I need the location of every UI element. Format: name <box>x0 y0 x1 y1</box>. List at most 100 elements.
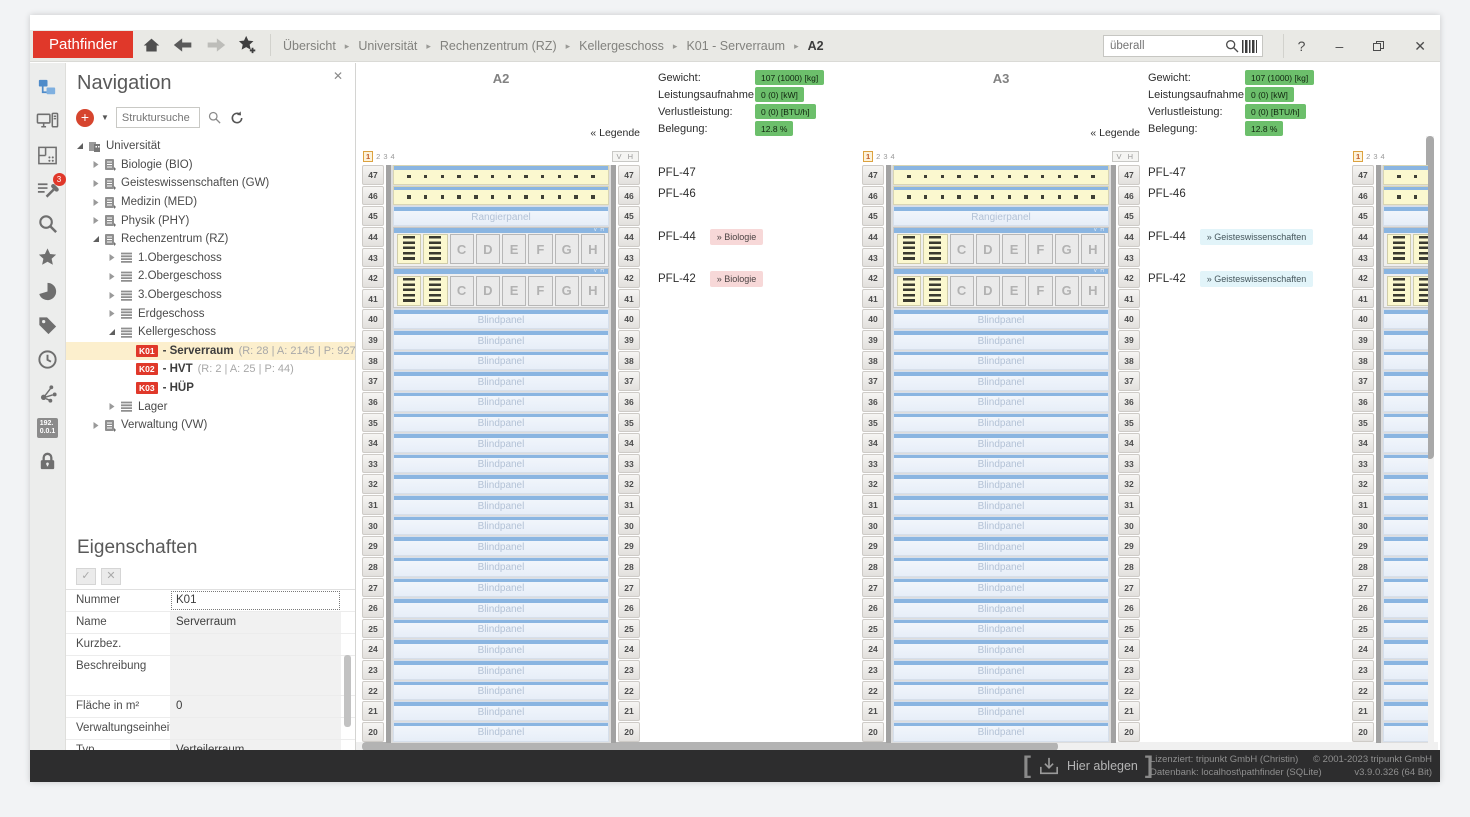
module-slot-empty[interactable]: G <box>1055 276 1079 306</box>
help-icon[interactable]: ? <box>1298 39 1306 53</box>
property-value-field[interactable]: K01 <box>170 590 341 611</box>
blank-panel-unit[interactable]: Blindpanel <box>393 557 609 577</box>
restore-window-icon[interactable] <box>1373 41 1384 51</box>
property-value-field[interactable]: Serverraum <box>170 612 341 633</box>
blank-panel-unit[interactable]: Blindpanel <box>393 454 609 474</box>
rack-slot-tab[interactable]: 2 <box>376 152 380 161</box>
module-slot-occupied[interactable] <box>923 276 947 306</box>
module-slot-empty[interactable]: F <box>1028 234 1052 264</box>
blank-panel-unit[interactable]: Blindpanel <box>893 516 1109 536</box>
blank-panel-unit[interactable]: Blindpanel <box>393 619 609 639</box>
department-tag[interactable]: » Geisteswissenschaften <box>1200 271 1314 287</box>
blank-panel-unit[interactable]: Blindpanel <box>893 722 1109 742</box>
tree-item[interactable]: Erdgeschoss <box>66 304 355 323</box>
tree-item[interactable]: Physik (PHY) <box>66 211 355 230</box>
blank-panel-unit[interactable]: Blindpanel <box>393 536 609 556</box>
sidebar-device-icon[interactable] <box>35 109 61 134</box>
patch-panel-unit[interactable] <box>1383 165 1428 185</box>
breadcrumb-item[interactable]: Universität <box>358 39 417 53</box>
blank-panel-unit[interactable]: Blindpanel <box>393 351 609 371</box>
blank-panel-unit[interactable]: Blindpanel <box>1383 536 1428 556</box>
department-tag[interactable]: » Biologie <box>710 229 764 245</box>
rack-slot-tab[interactable]: 4 <box>1381 152 1385 161</box>
module-slot-empty[interactable]: H <box>581 276 605 306</box>
property-value-field[interactable] <box>170 656 341 695</box>
module-slot-empty[interactable]: D <box>476 276 500 306</box>
sidebar-search-icon[interactable] <box>35 211 61 236</box>
blank-panel-unit[interactable]: Blindpanel <box>393 330 609 350</box>
blank-panel-unit[interactable]: Blindpanel <box>393 433 609 453</box>
tree-expander-icon[interactable] <box>90 216 101 225</box>
blank-panel-unit[interactable]: Blindpanel <box>893 351 1109 371</box>
blank-panel-unit[interactable]: Blindpanel <box>393 598 609 618</box>
rack-slot-tab[interactable]: 3 <box>383 152 387 161</box>
sidebar-floorplan-icon[interactable] <box>35 143 61 168</box>
tree-item[interactable]: K03- HÜP <box>66 379 355 398</box>
chevron-down-icon[interactable]: ▼ <box>101 113 109 122</box>
blank-panel-unit[interactable]: Blindpanel <box>893 433 1109 453</box>
sidebar-topology-icon[interactable] <box>35 381 61 406</box>
module-slot-empty[interactable]: C <box>950 234 974 264</box>
blank-panel-unit[interactable]: Rangierpanel <box>893 206 1109 226</box>
blank-panel-unit[interactable]: Blindpanel <box>1383 351 1428 371</box>
tree-expander-icon[interactable] <box>106 253 117 262</box>
rack-slot-tab[interactable]: 1 <box>1353 151 1363 162</box>
blank-panel-unit[interactable]: Blindpanel <box>1383 413 1428 433</box>
blank-panel-unit[interactable]: Blindpanel <box>393 701 609 721</box>
blank-panel-unit[interactable]: Blindpanel <box>1383 516 1428 536</box>
pfl-label-row[interactable]: PFL-47 <box>658 167 696 179</box>
tree-item[interactable]: K01- Serverraum(R: 28 | A: 2145 | P: 927… <box>66 342 355 361</box>
tree-expander-icon[interactable] <box>74 142 85 150</box>
legend-link[interactable]: « Legende <box>862 127 1140 139</box>
module-slot-occupied[interactable] <box>423 234 447 264</box>
blank-panel-unit[interactable]: Blindpanel <box>1383 639 1428 659</box>
tree-expander-icon[interactable] <box>90 235 101 243</box>
blank-panel-unit[interactable]: Blindpanel <box>1383 598 1428 618</box>
drop-zone[interactable]: [ Hier ablegen ] <box>1023 753 1153 779</box>
orientation-toggle[interactable]: V H <box>1112 151 1139 162</box>
blank-panel-unit[interactable]: Rangierpanel <box>393 206 609 226</box>
sidebar-tasks-icon[interactable]: 3 <box>35 177 61 202</box>
module-slot-empty[interactable]: H <box>1081 234 1105 264</box>
department-tag[interactable]: » Geisteswissenschaften <box>1200 229 1314 245</box>
blank-panel-unit[interactable]: Blindpanel <box>393 681 609 701</box>
blank-panel-unit[interactable]: Blindpanel <box>1383 454 1428 474</box>
rack-slot-tab[interactable]: 4 <box>891 152 895 161</box>
blank-panel-unit[interactable]: Blindpanel <box>1383 330 1428 350</box>
tree-expander-icon[interactable] <box>106 309 117 318</box>
tree-item[interactable]: 3.Obergeschoss <box>66 286 355 305</box>
blank-panel-unit[interactable]: Blindpanel <box>1383 309 1428 329</box>
tree-item[interactable]: Geisteswissenschaften (GW) <box>66 174 355 193</box>
module-panel-unit[interactable]: V HCDEFGH <box>393 227 609 267</box>
blank-panel-unit[interactable]: Blindpanel <box>893 536 1109 556</box>
blank-panel-unit[interactable]: Blindpanel <box>393 392 609 412</box>
blank-panel-unit[interactable]: Blindpanel <box>1383 701 1428 721</box>
tree-expander-icon[interactable] <box>90 198 101 207</box>
module-slot-empty[interactable]: D <box>476 234 500 264</box>
patch-panel-unit[interactable] <box>893 165 1109 185</box>
blank-panel-unit[interactable]: Blindpanel <box>393 578 609 598</box>
sidebar-tag-icon[interactable] <box>35 313 61 338</box>
minimize-icon[interactable]: – <box>1335 39 1343 53</box>
blank-panel-unit[interactable]: Blindpanel <box>893 619 1109 639</box>
close-icon[interactable]: ✕ <box>1414 39 1426 53</box>
discard-icon[interactable]: ✕ <box>101 568 121 585</box>
tree-item[interactable]: Kellergeschoss <box>66 323 355 342</box>
breadcrumb-item[interactable]: Übersicht <box>283 39 336 53</box>
tree-item[interactable]: Medizin (MED) <box>66 193 355 212</box>
tree-expander-icon[interactable] <box>90 160 101 169</box>
module-slot-empty[interactable]: E <box>1002 276 1026 306</box>
module-slot-occupied[interactable] <box>897 276 921 306</box>
module-slot-empty[interactable]: E <box>502 276 526 306</box>
blank-panel-unit[interactable]: Blindpanel <box>893 639 1109 659</box>
rack-slot-tab[interactable]: 4 <box>391 152 395 161</box>
module-panel-unit[interactable]: V HCDEFGH <box>1383 227 1428 267</box>
tree-item[interactable]: K02- HVT(R: 2 | A: 25 | P: 44) <box>66 360 355 379</box>
breadcrumb-item[interactable]: Kellergeschoss <box>579 39 664 53</box>
forward-arrow-icon[interactable] <box>203 33 229 57</box>
blank-panel-unit[interactable]: Blindpanel <box>893 578 1109 598</box>
back-arrow-icon[interactable] <box>170 33 196 57</box>
module-slot-occupied[interactable] <box>423 276 447 306</box>
pfl-label-row[interactable]: PFL-46 <box>1148 188 1186 200</box>
add-node-button[interactable]: + <box>76 109 94 127</box>
